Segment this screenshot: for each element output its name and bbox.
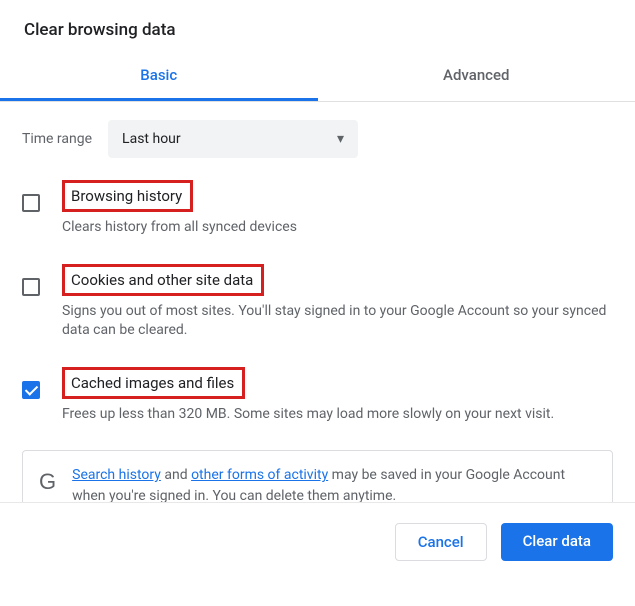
dialog-footer: Cancel Clear data <box>0 502 635 581</box>
cancel-button[interactable]: Cancel <box>395 523 487 561</box>
option-desc: Frees up less than 320 MB. Some sites ma… <box>62 405 613 425</box>
google-account-info: G Search history and other forms of acti… <box>22 450 613 502</box>
timerange-label: Time range <box>22 131 92 147</box>
timerange-value: Last hour <box>122 131 181 147</box>
scroll-region[interactable]: Time range Last hour ▾ Browsing history … <box>0 102 635 502</box>
timerange-select[interactable]: Last hour ▾ <box>108 120 358 158</box>
tab-advanced[interactable]: Advanced <box>318 52 635 101</box>
option-browsing-history: Browsing history Clears history from all… <box>22 180 613 238</box>
tab-basic[interactable]: Basic <box>0 52 318 101</box>
checkbox-cookies[interactable] <box>22 278 40 296</box>
option-cache: Cached images and files Frees up less th… <box>22 367 613 425</box>
clear-data-button[interactable]: Clear data <box>501 523 613 561</box>
checkbox-browsing-history[interactable] <box>22 194 40 212</box>
chevron-down-icon: ▾ <box>337 131 344 147</box>
option-desc: Signs you out of most sites. You'll stay… <box>62 302 613 341</box>
other-activity-link[interactable]: other forms of activity <box>191 467 328 483</box>
checkbox-cache[interactable] <box>22 381 40 399</box>
option-title: Cached images and files <box>62 367 245 399</box>
option-desc: Clears history from all synced devices <box>62 218 613 238</box>
timerange-row: Time range Last hour ▾ <box>22 120 613 158</box>
info-text: and <box>161 467 191 483</box>
option-title: Cookies and other site data <box>62 264 264 296</box>
tabs: Basic Advanced <box>0 52 635 102</box>
search-history-link[interactable]: Search history <box>72 467 161 483</box>
option-title: Browsing history <box>62 180 193 212</box>
dialog-title: Clear browsing data <box>0 0 635 52</box>
option-cookies: Cookies and other site data Signs you ou… <box>22 264 613 341</box>
google-icon: G <box>39 465 56 502</box>
